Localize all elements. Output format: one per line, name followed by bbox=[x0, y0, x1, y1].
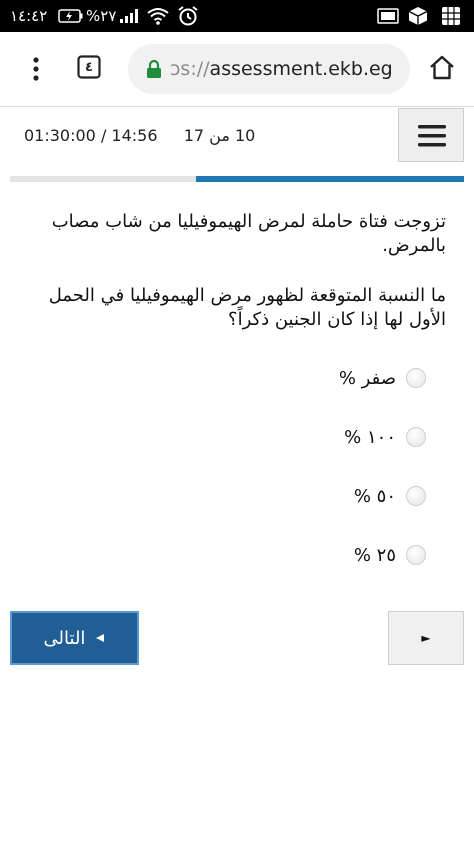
address-bar[interactable]: ɔs://assessment.ekb.eg bbox=[128, 44, 410, 94]
battery-charging-icon bbox=[58, 0, 84, 32]
next-button[interactable]: التالى bbox=[10, 611, 139, 665]
answer-label: صفر % bbox=[338, 367, 396, 389]
answer-option[interactable]: ٥٠ % bbox=[354, 482, 426, 510]
radio-button[interactable] bbox=[406, 486, 426, 506]
status-time: ١٤:٤٢ bbox=[10, 7, 48, 25]
tabs-button[interactable]: ٤ bbox=[77, 55, 101, 79]
answer-label: ٢٥ % bbox=[353, 544, 396, 566]
previous-arrow-icon: ► bbox=[421, 631, 431, 645]
battery-percent: %٢٧ bbox=[86, 7, 117, 25]
lock-icon bbox=[146, 59, 162, 79]
browser-toolbar: ٤ ɔs://assessment.ekb.eg bbox=[0, 32, 474, 107]
tab-count: ٤ bbox=[85, 59, 93, 75]
quiz-status: 01:30:00 / 14:56 10 من 17 bbox=[24, 126, 255, 145]
question-intro: تزوجت فتاة حاملة لمرض الهيموفيليا من شاب… bbox=[51, 211, 446, 256]
menu-button[interactable] bbox=[398, 108, 464, 162]
previous-button[interactable]: ► bbox=[388, 611, 464, 665]
progress-fill bbox=[196, 176, 464, 182]
answer-label: ٥٠ % bbox=[353, 485, 396, 507]
triangle-left-icon bbox=[95, 633, 105, 643]
more-vertical-icon[interactable] bbox=[26, 56, 46, 86]
home-icon[interactable] bbox=[428, 54, 456, 86]
screenshot-icon bbox=[377, 0, 399, 32]
radio-button[interactable] bbox=[406, 427, 426, 447]
progress-bar bbox=[10, 176, 464, 182]
alarm-icon bbox=[177, 0, 199, 32]
package-icon bbox=[408, 0, 428, 32]
signal-icon bbox=[120, 0, 140, 32]
status-bar: ١٤:٤٢ %٢٧ bbox=[0, 0, 474, 32]
radio-button[interactable] bbox=[406, 368, 426, 388]
hamburger-icon bbox=[418, 125, 446, 147]
url-text: ɔs://assessment.ekb.eg bbox=[170, 58, 393, 80]
question-text: ما النسبة المتوقعة لظهور مرض الهيموفيليا… bbox=[48, 285, 446, 330]
next-button-label: التالى bbox=[43, 627, 86, 649]
answer-option[interactable]: ٢٥ % bbox=[354, 541, 426, 569]
answer-label: ١٠٠ % bbox=[344, 426, 396, 448]
wifi-icon bbox=[147, 0, 169, 32]
quiz-timer: 01:30:00 / 14:56 bbox=[24, 126, 158, 145]
grid-icon bbox=[441, 0, 461, 32]
url-host: assessment.ekb.eg bbox=[209, 58, 393, 80]
answer-option[interactable]: ١٠٠ % bbox=[344, 423, 426, 451]
url-scheme: ɔs:// bbox=[170, 58, 210, 80]
question-counter: 10 من 17 bbox=[183, 126, 256, 145]
radio-button[interactable] bbox=[406, 545, 426, 565]
answer-option[interactable]: صفر % bbox=[339, 364, 426, 392]
